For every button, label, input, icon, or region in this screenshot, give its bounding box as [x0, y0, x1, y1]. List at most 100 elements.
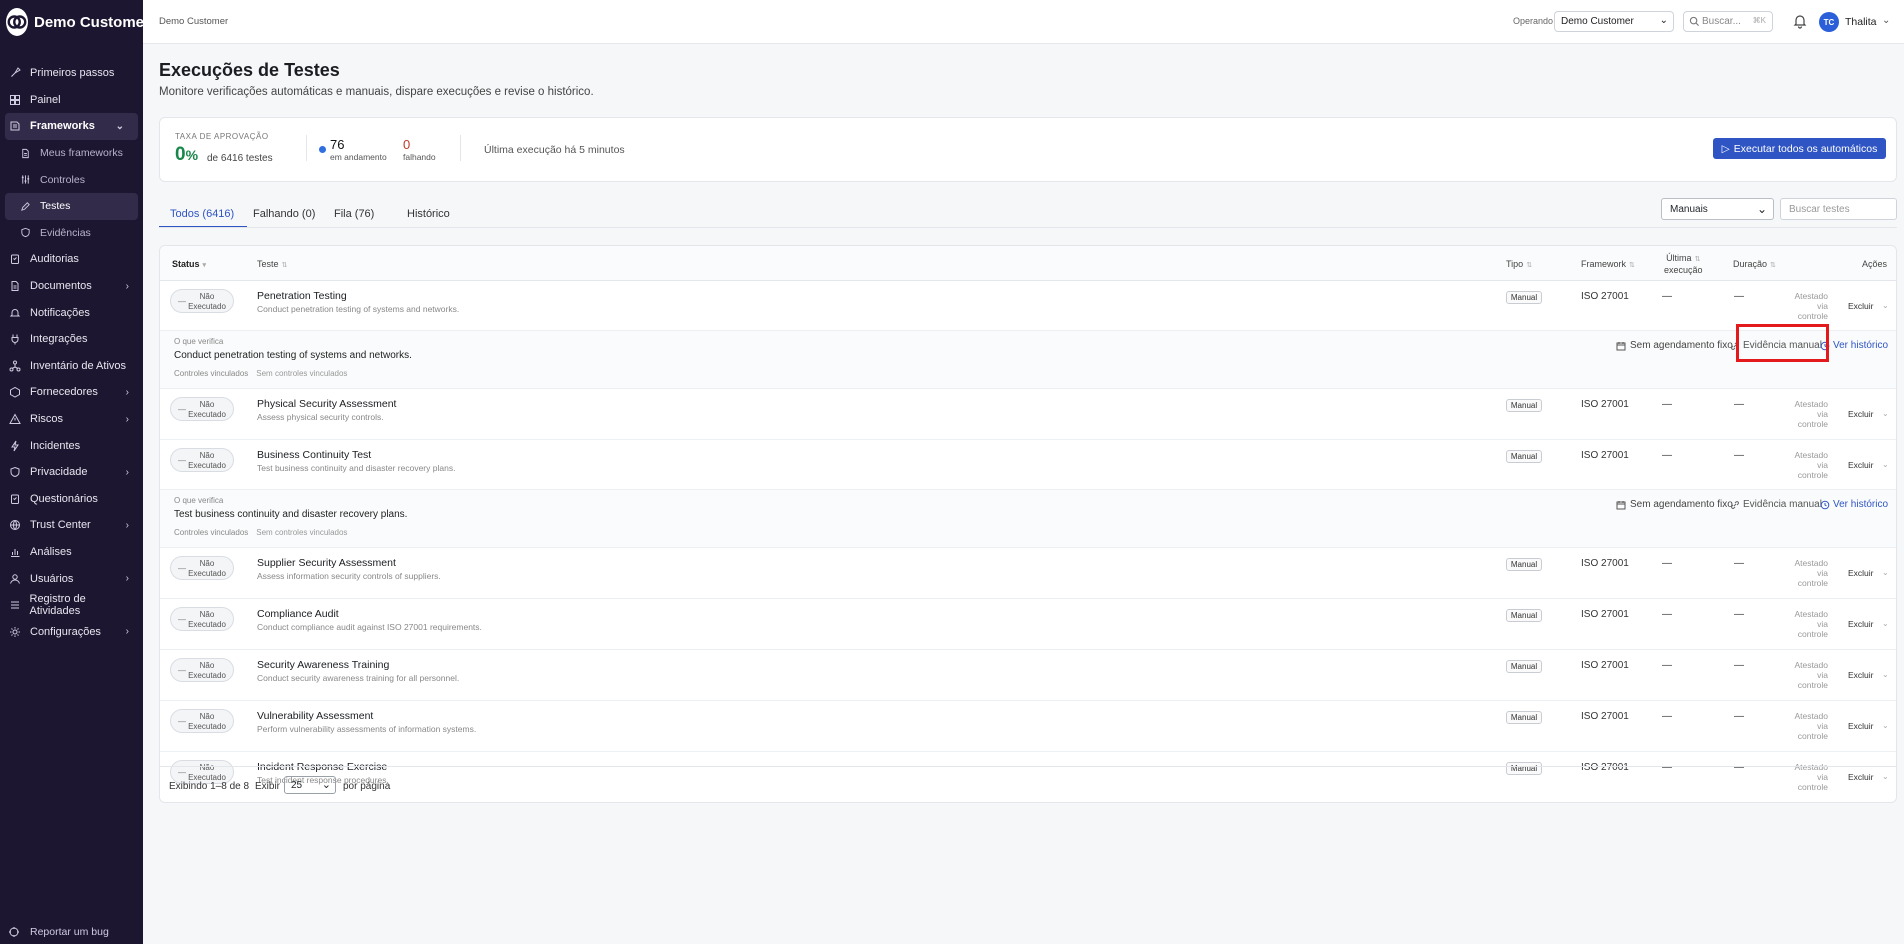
chevron-down-icon[interactable]: ⌄	[1882, 301, 1889, 310]
sidebar-item-inventario-de-ativos[interactable]: Inventário de Ativos	[0, 353, 143, 380]
tab-3[interactable]: Histórico	[407, 203, 467, 228]
chevron-down-icon[interactable]: ⌄	[1882, 409, 1889, 418]
sidebar-item-riscos[interactable]: Riscos ›	[0, 406, 143, 433]
header-type[interactable]: Tipo ⇅	[1506, 259, 1532, 269]
user-name[interactable]: Thalita	[1845, 16, 1877, 28]
test-name[interactable]: Vulnerability Assessment	[257, 710, 373, 722]
search-tests-input[interactable]: Buscar testes	[1780, 198, 1897, 220]
status-line-2: Executado	[188, 302, 226, 311]
sidebar-item-incidentes[interactable]: Incidentes	[0, 432, 143, 459]
delete-button[interactable]: Excluir	[1848, 670, 1874, 680]
sidebar-item-privacidade[interactable]: Privacidade ›	[0, 459, 143, 486]
table-row[interactable]: — Não Executado Business Continuity Test Tes…	[160, 440, 1896, 490]
attested-line-3: controle	[1797, 311, 1828, 321]
delete-button[interactable]: Excluir	[1848, 619, 1874, 629]
chevron-down-icon[interactable]: ⌄	[1882, 670, 1889, 679]
sidebar-item-testes[interactable]: Testes	[5, 192, 138, 220]
status-line-1: Não	[199, 400, 215, 409]
sidebar-item-notificacoes[interactable]: Notificações	[0, 299, 143, 326]
sidebar-item-documentos[interactable]: Documentos ›	[0, 273, 143, 300]
status-line-2: Executado	[188, 461, 226, 470]
run-all-automatic-button[interactable]: ▷ Executar todos os automáticos	[1713, 138, 1886, 159]
sidebar-item-meus-frameworks[interactable]: Meus frameworks	[0, 140, 143, 167]
globe-icon	[8, 518, 22, 532]
sidebar-item-frameworks[interactable]: Frameworks ⌄	[5, 113, 138, 140]
table-row[interactable]: — Não Executado Supplier Security Assessmen…	[160, 548, 1896, 599]
type-filter-select[interactable]: Manuais ⌄	[1661, 198, 1774, 220]
sidebar-item-analises[interactable]: Análises	[0, 539, 143, 566]
manual-evidence-button[interactable]: Evidência manual	[1730, 499, 1822, 510]
delete-button[interactable]: Excluir	[1848, 568, 1874, 578]
sidebar-item-integracoes[interactable]: Integrações	[0, 326, 143, 353]
test-name[interactable]: Compliance Audit	[257, 608, 339, 620]
header-framework[interactable]: Framework ⇅	[1581, 259, 1635, 269]
per-page-select[interactable]: 25 ⌄	[284, 776, 336, 794]
attested-line-1: Atestado	[1794, 660, 1828, 670]
sidebar-item-configuracoes[interactable]: Configurações ›	[0, 618, 143, 645]
header-test[interactable]: Teste ⇅	[257, 259, 287, 269]
header-status[interactable]: Status ▾	[172, 259, 206, 269]
chevron-down-icon: ⌄	[321, 779, 331, 791]
chevron-right-icon: ›	[125, 573, 129, 585]
chevron-down-icon[interactable]: ⌄	[1882, 721, 1889, 730]
status-badge: — Não Executado	[170, 709, 234, 733]
test-name[interactable]: Security Awareness Training	[257, 659, 389, 671]
sidebar-item-registro-de-atividades[interactable]: Registro de Atividades	[0, 592, 143, 619]
avatar[interactable]: TC	[1819, 12, 1839, 32]
sidebar-item-usuarios[interactable]: Usuários ›	[0, 565, 143, 592]
delete-button[interactable]: Excluir	[1848, 721, 1874, 731]
delete-button[interactable]: Excluir	[1848, 301, 1874, 311]
breadcrumb[interactable]: Demo Customer	[159, 16, 228, 27]
test-name[interactable]: Physical Security Assessment	[257, 398, 396, 410]
sidebar-item-evidencias[interactable]: Evidências	[0, 220, 143, 247]
test-name[interactable]: Business Continuity Test	[257, 449, 371, 461]
header-duration[interactable]: Duração ⇅	[1733, 259, 1776, 269]
framework-value: ISO 27001	[1581, 558, 1629, 569]
header-actions: Ações	[1862, 259, 1888, 269]
delete-button[interactable]: Excluir	[1848, 460, 1874, 470]
sidebar-item-painel[interactable]: Painel	[0, 87, 143, 114]
duration-value: —	[1734, 660, 1744, 671]
status-line-2: Executado	[188, 722, 226, 731]
test-name[interactable]: Supplier Security Assessment	[257, 557, 396, 569]
table-row[interactable]: — Não Executado Compliance Audit Conduct com…	[160, 599, 1896, 650]
brand[interactable]: Demo Customer	[0, 0, 150, 44]
tab-1[interactable]: Falhando (0)	[253, 203, 323, 228]
header-last-run[interactable]: Última ⇅ execução	[1664, 253, 1703, 276]
sidebar-item-label: Configurações	[30, 625, 101, 638]
chevron-down-icon[interactable]: ⌄	[1882, 619, 1889, 628]
attested-text: Atestado via controle	[1760, 399, 1828, 429]
test-name[interactable]: Penetration Testing	[257, 290, 347, 302]
delete-button[interactable]: Excluir	[1848, 409, 1874, 419]
tab-0[interactable]: Todos (6416)	[159, 203, 247, 228]
sidebar-item-trust-center[interactable]: Trust Center ›	[0, 512, 143, 539]
sidebar-item-controles[interactable]: Controles	[0, 166, 143, 193]
table-row[interactable]: — Não Executado Vulnerability Assessment Per…	[160, 701, 1896, 752]
table-row[interactable]: — Não Executado Security Awareness Training…	[160, 650, 1896, 701]
chevron-right-icon: ›	[125, 466, 129, 478]
sidebar-item-auditorias[interactable]: Auditorias	[0, 246, 143, 273]
table-row[interactable]: — Não Executado Penetration Testing Conduct …	[160, 281, 1896, 331]
sidebar-item-fornecedores[interactable]: Fornecedores ›	[0, 379, 143, 406]
chevron-down-icon[interactable]: ⌄	[1882, 460, 1889, 469]
global-search-input[interactable]: Buscar... ⌘K	[1683, 11, 1773, 32]
bell-icon	[8, 306, 22, 320]
bell-icon[interactable]	[1792, 13, 1808, 29]
tab-2[interactable]: Fila (76)	[334, 203, 394, 228]
chevron-down-icon[interactable]: ⌄	[1882, 15, 1890, 26]
attested-line-2: via	[1817, 301, 1828, 311]
last-run-value: —	[1662, 291, 1672, 302]
sidebar-item-primeiros-passos[interactable]: Primeiros passos	[0, 60, 143, 87]
report-bug-link[interactable]: Reportar um bug	[8, 920, 109, 944]
run-all-label: Executar todos os automáticos	[1733, 142, 1878, 155]
running-label: em andamento	[330, 152, 387, 162]
chevron-down-icon[interactable]: ⌄	[1882, 568, 1889, 577]
duration-value: —	[1734, 291, 1744, 302]
sidebar-item-questionarios[interactable]: Questionários	[0, 486, 143, 513]
approval-rate-value: 0%	[175, 144, 198, 166]
view-history-link[interactable]: Ver histórico	[1820, 499, 1888, 510]
sidebar-item-label: Meus frameworks	[40, 147, 123, 160]
table-row[interactable]: — Não Executado Physical Security Assessmen…	[160, 389, 1896, 440]
view-history-link[interactable]: Ver histórico	[1820, 340, 1888, 351]
operating-select[interactable]: Demo Customer ⌄	[1554, 11, 1674, 32]
